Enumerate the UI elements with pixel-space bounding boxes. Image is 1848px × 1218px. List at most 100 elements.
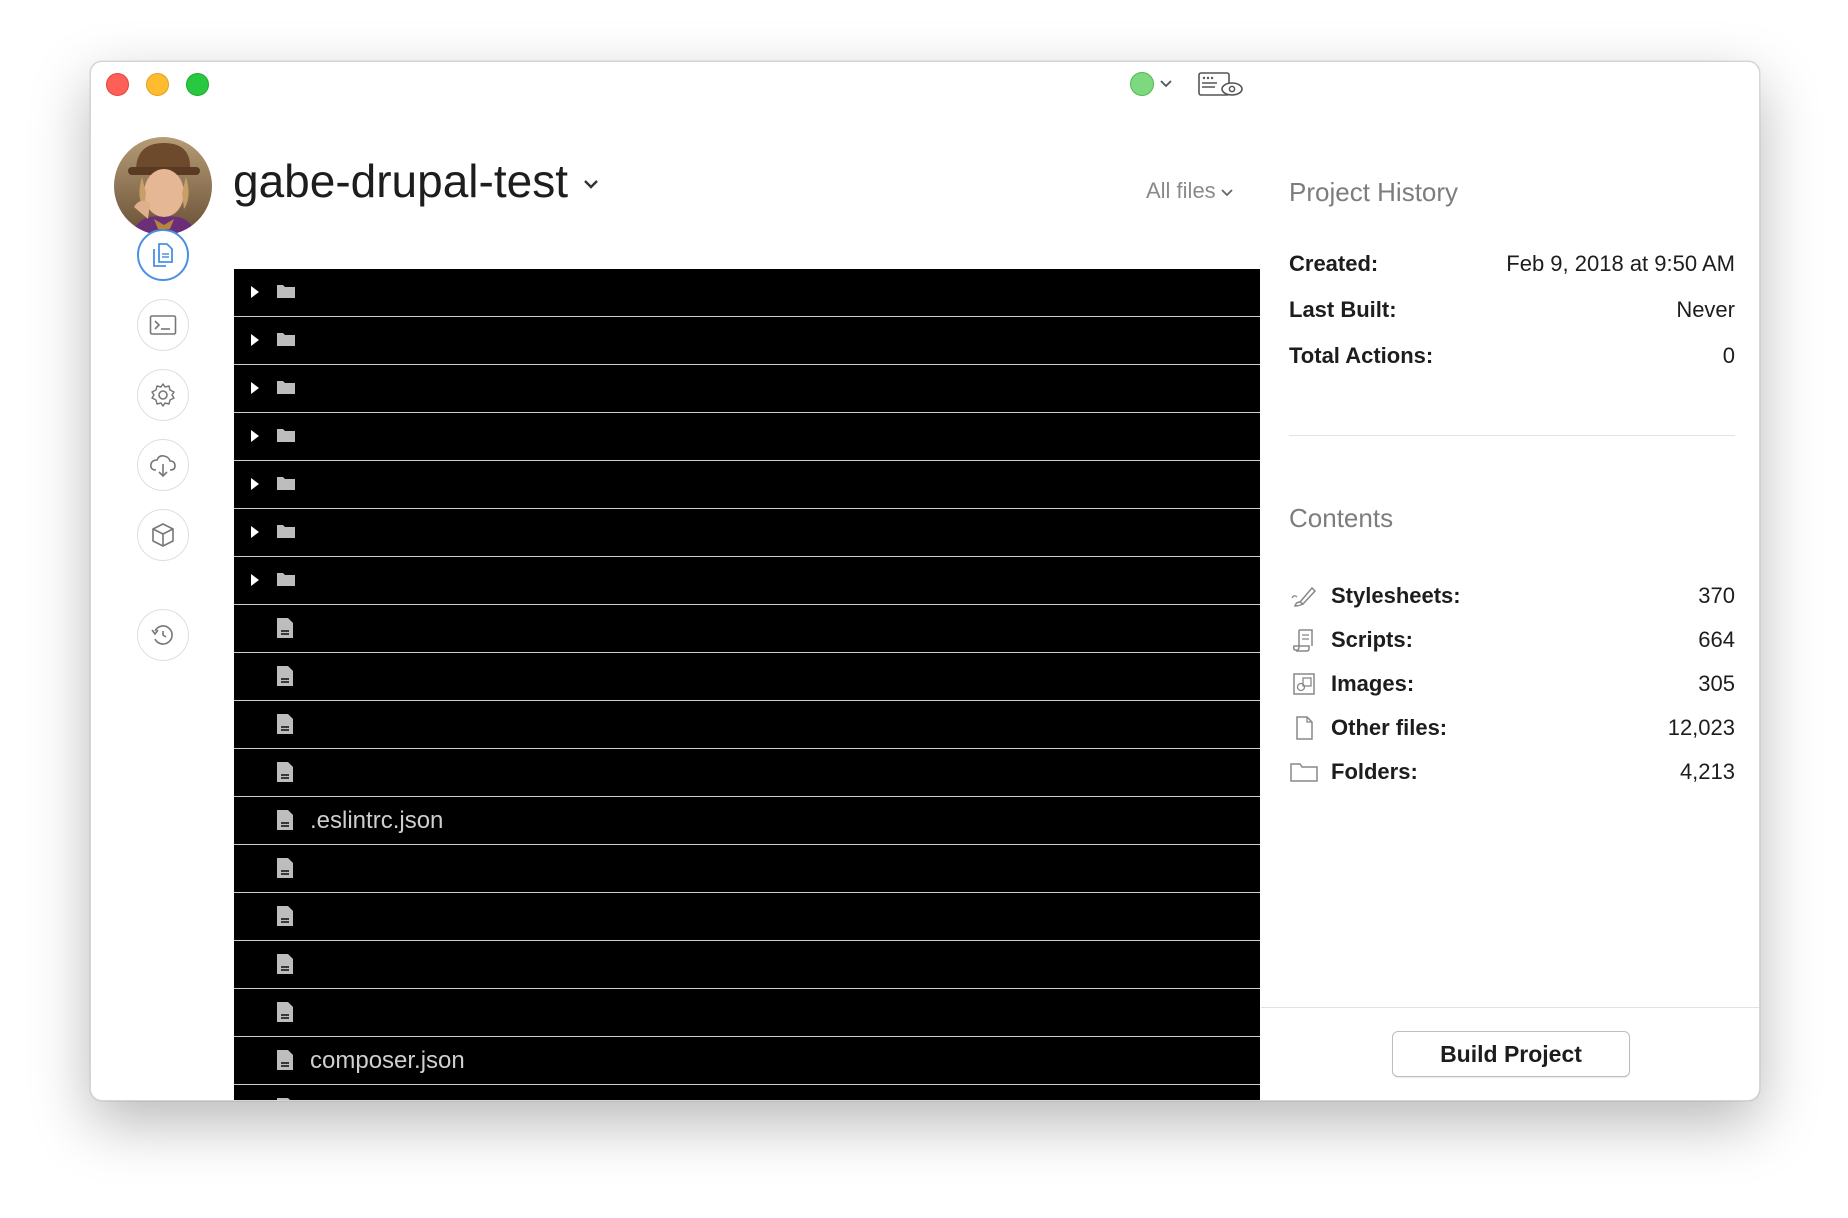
disclosure-triangle-icon[interactable]: [249, 525, 261, 544]
sidebar-tool-packages[interactable]: [137, 509, 189, 561]
file-icon: [276, 1001, 294, 1028]
action-footer: Build Project: [1261, 1007, 1759, 1100]
file-row[interactable]: [234, 989, 1260, 1037]
stylesheets-value: 370: [1698, 583, 1735, 608]
file-row[interactable]: composer.json: [234, 1037, 1260, 1085]
image-icon: [1293, 673, 1315, 695]
stylesheet-brush-icon: [1291, 586, 1317, 607]
other-files-label: Other files:: [1331, 715, 1448, 740]
file-icon: [276, 905, 294, 932]
document-icon: [1296, 716, 1313, 740]
script-scroll-icon: [1292, 629, 1313, 652]
total-actions-value: 0: [1722, 343, 1735, 368]
created-value: Feb 9, 2018 at 9:50 AM: [1506, 251, 1735, 276]
stylesheets-label: Stylesheets:: [1331, 583, 1461, 608]
total-actions-row: Total Actions: 0: [1289, 343, 1735, 369]
created-row: Created: Feb 9, 2018 at 9:50 AM: [1289, 251, 1735, 277]
disclosure-triangle-icon[interactable]: [249, 429, 261, 448]
package-box-icon: [152, 523, 174, 547]
scripts-value: 664: [1698, 627, 1735, 652]
terminal-icon: [149, 315, 177, 335]
folder-icon: [276, 523, 296, 544]
chevron-down-icon: [1160, 80, 1172, 88]
folder-icon: [276, 427, 296, 448]
sidebar-tool-terminal[interactable]: [137, 299, 189, 351]
avatar[interactable]: [114, 137, 212, 235]
file-row[interactable]: .eslintrc.json: [234, 797, 1260, 845]
disclosure-triangle-icon[interactable]: [249, 573, 261, 592]
contents-row-scripts: Scripts: 664: [1289, 623, 1735, 657]
history-refresh-icon: [151, 625, 173, 645]
files-icon: [153, 243, 173, 267]
last-built-row: Last Built: Never: [1289, 297, 1735, 323]
contents-row-folders: Folders: 4,213: [1289, 755, 1735, 789]
folder-icon: [276, 571, 296, 592]
folder-icon: [276, 283, 296, 304]
folder-icon: [276, 331, 296, 352]
file-icon: [276, 617, 294, 644]
disclosure-triangle-icon[interactable]: [249, 285, 261, 304]
disclosure-triangle-icon[interactable]: [249, 381, 261, 400]
build-project-button[interactable]: Build Project: [1392, 1031, 1630, 1077]
images-value: 305: [1698, 671, 1735, 696]
last-built-value: Never: [1676, 297, 1735, 322]
file-icon: [276, 665, 294, 692]
sidebar-tool-files[interactable]: [137, 229, 189, 281]
window-zoom-button[interactable]: [186, 73, 209, 96]
file-row[interactable]: [234, 893, 1260, 941]
contents-row-stylesheets: Stylesheets: 370: [1289, 579, 1735, 613]
file-icon: [276, 713, 294, 740]
file-filter-dropdown[interactable]: All files: [1146, 178, 1235, 204]
browser-preview-button[interactable]: [1197, 70, 1245, 100]
folder-row[interactable]: [234, 461, 1260, 509]
window-minimize-button[interactable]: [146, 73, 169, 96]
folder-icon: [276, 379, 296, 400]
contents-row-other-files: Other files: 12,023: [1289, 711, 1735, 745]
folder-row[interactable]: [234, 413, 1260, 461]
folders-value: 4,213: [1679, 759, 1735, 784]
images-label: Images:: [1331, 671, 1415, 696]
cloud-download-icon: [150, 455, 176, 478]
file-name: composer.json: [310, 1047, 465, 1074]
app-window: gabe-drupal-test All files .eslintrc.jso…: [90, 61, 1760, 1101]
file-row[interactable]: [234, 653, 1260, 701]
folder-row[interactable]: [234, 317, 1260, 365]
file-row[interactable]: [234, 1085, 1260, 1100]
scripts-label: Scripts:: [1331, 627, 1413, 652]
section-divider: [1289, 435, 1735, 436]
file-icon: [276, 857, 294, 884]
file-filter-label: All files: [1146, 178, 1216, 203]
folder-row[interactable]: [234, 365, 1260, 413]
browser-preview-eye-icon: [1198, 72, 1243, 96]
file-icon: [276, 809, 294, 836]
sidebar-tool-settings[interactable]: [137, 369, 189, 421]
folders-label: Folders:: [1331, 759, 1418, 784]
avatar-image: [114, 137, 212, 235]
file-row[interactable]: [234, 605, 1260, 653]
file-row[interactable]: [234, 701, 1260, 749]
contents-title: Contents: [1289, 503, 1394, 533]
folder-row[interactable]: [234, 269, 1260, 317]
project-name: gabe-drupal-test: [233, 155, 568, 207]
file-icon: [276, 953, 294, 980]
status-dot-icon: [1130, 72, 1154, 96]
project-history-title: Project History: [1289, 177, 1459, 207]
folder-icon: [1290, 763, 1318, 782]
contents-row-images: Images: 305: [1289, 667, 1735, 701]
file-icon: [276, 1097, 294, 1100]
sidebar-tool-deploy[interactable]: [137, 439, 189, 491]
folder-icon: [276, 475, 296, 496]
file-row[interactable]: [234, 941, 1260, 989]
disclosure-triangle-icon[interactable]: [249, 477, 261, 496]
disclosure-triangle-icon[interactable]: [249, 333, 261, 352]
file-name: .eslintrc.json: [310, 807, 444, 834]
file-browser-list[interactable]: .eslintrc.json composer.json: [234, 269, 1260, 1100]
sidebar-tool-history[interactable]: [137, 609, 189, 661]
status-menu-button[interactable]: [1130, 72, 1174, 96]
file-row[interactable]: [234, 749, 1260, 797]
window-close-button[interactable]: [106, 73, 129, 96]
file-row[interactable]: [234, 845, 1260, 893]
project-selector[interactable]: gabe-drupal-test: [233, 154, 600, 208]
folder-row[interactable]: [234, 557, 1260, 605]
folder-row[interactable]: [234, 509, 1260, 557]
